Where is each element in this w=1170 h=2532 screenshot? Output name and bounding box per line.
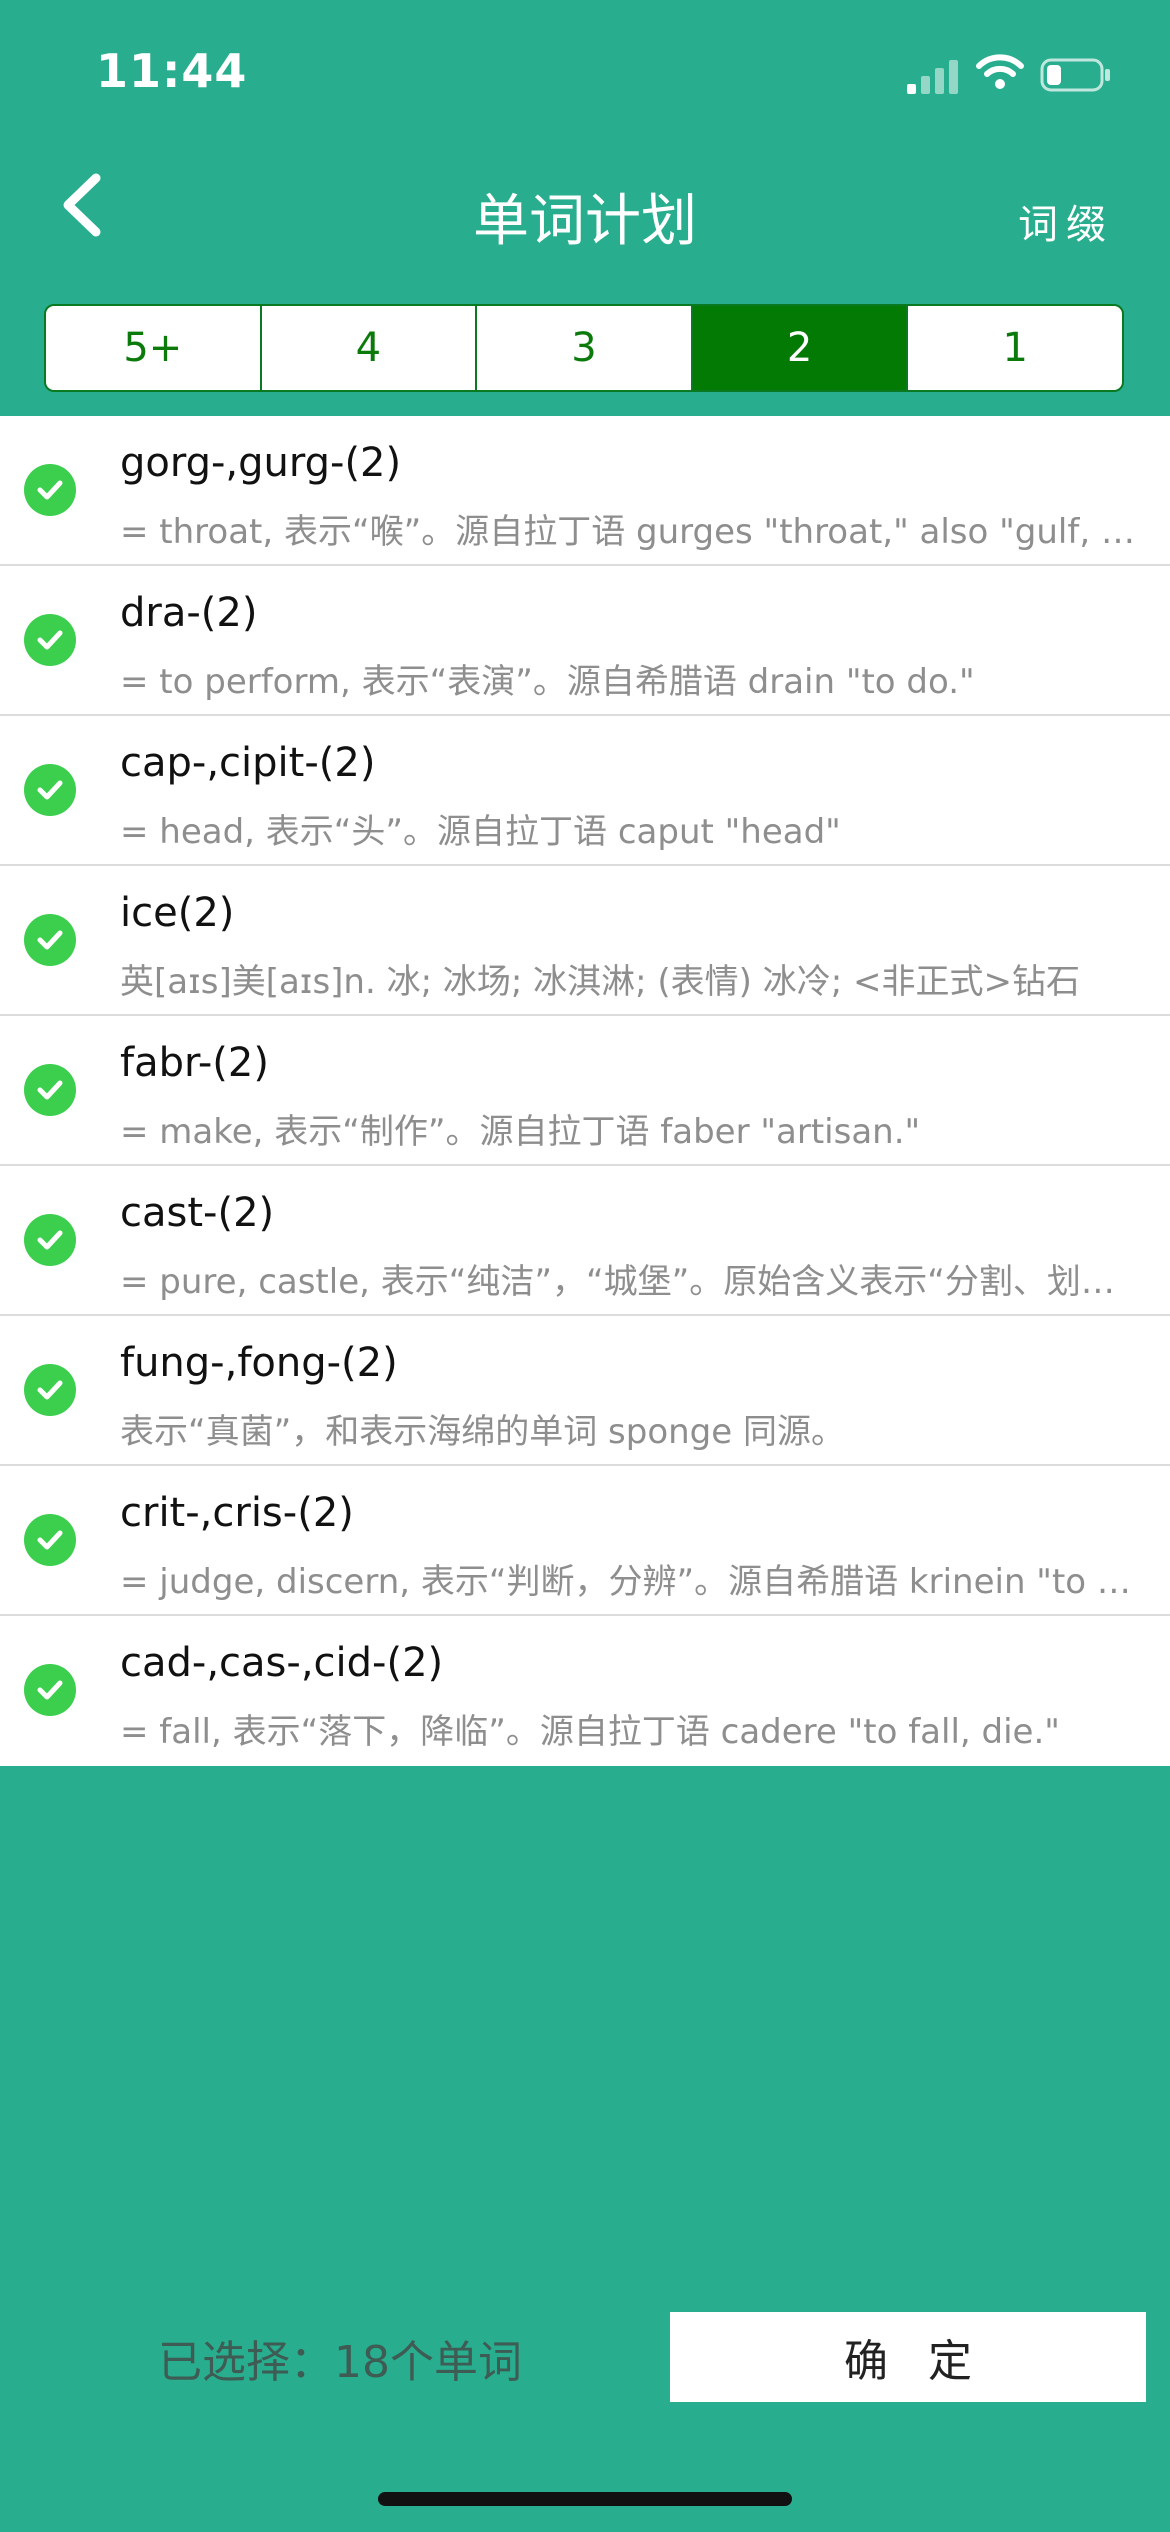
segment-3[interactable]: 2 [692,306,909,390]
page-title: 单词计划 [473,189,697,254]
checkmark-icon[interactable] [24,464,76,516]
segment-4[interactable]: 1 [908,306,1122,390]
cellular-signal-icon [907,60,958,94]
list-item[interactable]: gorg-,gurg-(2) = throat, 表示“喉”。源自拉丁语 gurg… [0,416,1170,566]
list-item[interactable]: fung-,fong-(2) 表示“真菌”，和表示海绵的单词 sponge 同源。 [0,1316,1170,1466]
status-bar: 11:44 [0,0,1170,150]
checkmark-icon[interactable] [24,914,76,966]
list-item[interactable]: dra-(2) = to perform, 表示“表演”。源自希腊语 drain … [0,566,1170,716]
list-item[interactable]: cap-,cipit-(2) = head, 表示“头”。源自拉丁语 caput … [0,716,1170,866]
checkmark-icon[interactable] [24,1064,76,1116]
word-description: = pure, castle, 表示“纯洁”，“城堡”。原始含义表示“分割、划分… [120,1262,1140,1302]
status-time: 11:44 [96,44,248,98]
checkmark-icon[interactable] [24,1214,76,1266]
checkmark-icon[interactable] [24,1664,76,1716]
checkmark-icon[interactable] [24,1514,76,1566]
word-list: gorg-,gurg-(2) = throat, 表示“喉”。源自拉丁语 gurg… [0,416,1170,1766]
word-description: 英[aɪs]美[aɪs]n. 冰; 冰场; 冰淇淋; (表情) 冰冷; <非正式… [120,962,1080,1002]
segment-1[interactable]: 4 [262,306,478,390]
segment-0[interactable]: 5+ [46,306,262,390]
word-title: fabr-(2) [120,1040,269,1086]
battery-icon [1040,58,1110,92]
affix-button[interactable]: 词缀 [1018,192,1114,250]
list-item[interactable]: ice(2) 英[aɪs]美[aɪs]n. 冰; 冰场; 冰淇淋; (表情) 冰冷… [0,866,1170,1016]
word-description: = judge, discern, 表示“判断，分辨”。源自希腊语 krinei… [120,1562,1140,1602]
list-item[interactable]: fabr-(2) = make, 表示“制作”。源自拉丁语 faber "arti… [0,1016,1170,1166]
confirm-button[interactable]: 确定 [670,2312,1146,2402]
word-title: crit-,cris-(2) [120,1490,354,1536]
word-title: ice(2) [120,890,235,936]
word-description: = throat, 表示“喉”。源自拉丁语 gurges "throat," a… [120,512,1140,552]
wifi-icon [976,54,1024,89]
word-description: = head, 表示“头”。源自拉丁语 caput "head" [120,812,841,852]
word-title: gorg-,gurg-(2) [120,440,402,486]
selected-count-label: 已选择：18个单词 [158,2337,522,2388]
word-description: = to perform, 表示“表演”。源自希腊语 drain "to do.… [120,662,975,702]
word-title: cap-,cipit-(2) [120,740,376,786]
list-item[interactable]: crit-,cris-(2) = judge, discern, 表示“判断，分辨… [0,1466,1170,1616]
word-title: fung-,fong-(2) [120,1340,398,1386]
word-description: = make, 表示“制作”。源自拉丁语 faber "artisan." [120,1112,921,1152]
word-title: cad-,cas-,cid-(2) [120,1640,444,1686]
frequency-segmented-control: 5+ 4 3 2 1 [44,304,1124,392]
word-description: = fall, 表示“落下，降临”。源自拉丁语 cadere "to fall,… [120,1712,1060,1752]
checkmark-icon[interactable] [24,614,76,666]
checkmark-icon[interactable] [24,1364,76,1416]
word-description: 表示“真菌”，和表示海绵的单词 sponge 同源。 [120,1412,845,1452]
list-item[interactable]: cad-,cas-,cid-(2) = fall, 表示“落下，降临”。源自拉丁语… [0,1616,1170,1766]
list-item[interactable]: cast-(2) = pure, castle, 表示“纯洁”，“城堡”。原始含义… [0,1166,1170,1316]
segment-2[interactable]: 3 [477,306,693,390]
word-title: dra-(2) [120,590,258,636]
word-title: cast-(2) [120,1190,275,1236]
checkmark-icon[interactable] [24,764,76,816]
home-indicator [378,2492,792,2506]
